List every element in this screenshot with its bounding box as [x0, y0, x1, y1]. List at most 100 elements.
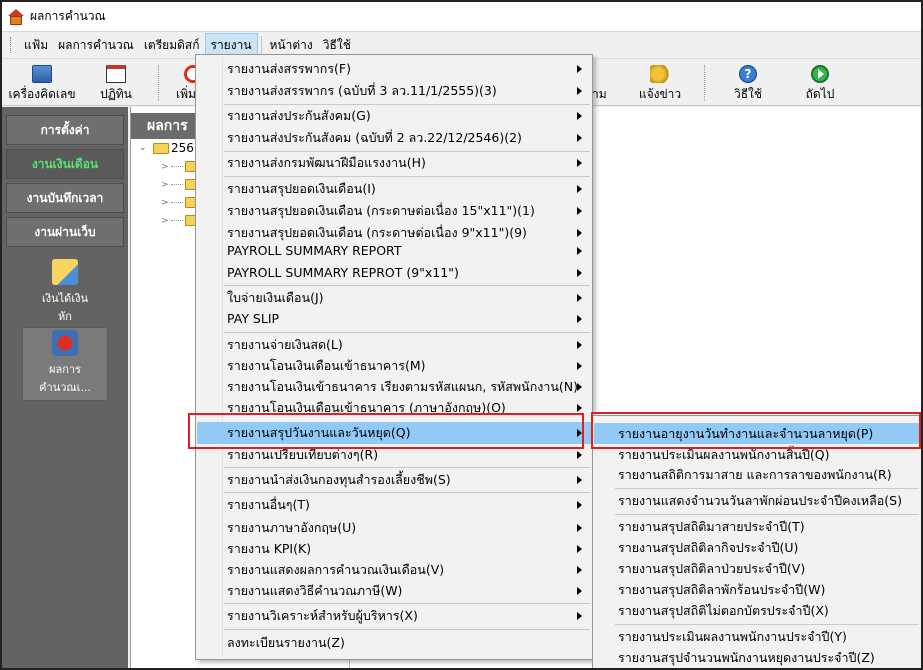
- menu-item-label: รายงานส่งประกันสังคม (ฉบับที่ 2 ลว.22/12…: [227, 130, 522, 145]
- menu-item-label: รายงานสรุปยอดเงินเดือน(I): [227, 181, 376, 196]
- submenu-item-annual-late[interactable]: รายงานสรุปสถิติมาสายประจำปี(T): [594, 516, 920, 537]
- expand-chevron-icon[interactable]: >: [161, 180, 169, 190]
- submenu-item-annual-evaluation[interactable]: รายงานประเมินผลงานพนักงานประจำปี(Y): [594, 626, 920, 647]
- menu-separator: [615, 488, 919, 489]
- menu-item-payslip-en[interactable]: PAY SLIP: [197, 308, 591, 330]
- menu-file[interactable]: แฟ้ม: [19, 34, 53, 57]
- menu-item-provident-fund[interactable]: รายงานนำส่งเงินกองทุนสำรองเลี้ยงชีพ(S): [197, 469, 591, 491]
- submenu-arrow-icon: [577, 524, 582, 532]
- sidebar-item-income-deduction[interactable]: เงินได้เงิน หัก: [22, 259, 108, 325]
- submenu-item-annual-personal-leave[interactable]: รายงานสรุปสถิติลากิจประจำปี(U): [594, 537, 920, 558]
- tree-connector: [170, 202, 183, 203]
- submenu-arrow-icon: [577, 269, 582, 277]
- add-button[interactable]: เพิ่ม: [162, 63, 196, 103]
- menu-item-label: PAYROLL SUMMARY REPORT: [227, 243, 402, 258]
- menu-item-bank-transfer-sorted[interactable]: รายงานโอนเงินเข้าธนาคาร เรียงตามรหัสแผนก…: [197, 376, 591, 398]
- menu-item-payroll-summary[interactable]: PAYROLL SUMMARY REPORT: [197, 240, 591, 262]
- menu-item-kpi-report[interactable]: รายงาน KPI(K): [197, 538, 591, 560]
- menu-item-executive-analysis[interactable]: รายงานวิเคราะห์สำหรับผู้บริหาร(X): [197, 605, 591, 627]
- submenu-arrow-icon: [577, 612, 582, 620]
- leave-report-submenu: รายงานอายุงานวันทำงานและจำนวนลาหยุด(P) ร…: [592, 415, 921, 668]
- menu-item-salary-calc-result[interactable]: รายงานแสดงผลการคำนวณเงินเดือน(V): [197, 559, 591, 581]
- tab-time-attendance[interactable]: งานบันทึกเวลา: [6, 183, 124, 213]
- expand-chevron-icon[interactable]: >: [161, 198, 169, 208]
- help-icon: ?: [739, 65, 757, 83]
- tab-web[interactable]: งานผ่านเว็บ: [6, 217, 124, 247]
- menu-item-label: รายงานอื่นๆ(T): [227, 497, 310, 512]
- submenu-item-remaining-vacation[interactable]: รายงานแสดงจำนวนวันลาพักผ่อนประจำปีคงเหลื…: [594, 490, 920, 511]
- menu-item-label: รายงานส่งสรรพากร(F): [227, 61, 351, 76]
- calendar-button[interactable]: ปฏิทิน: [80, 63, 152, 103]
- calculation-result-label-1: ผลการ: [49, 363, 81, 376]
- announce-label: แจ้งข่าว: [638, 87, 682, 101]
- submenu-arrow-icon: [577, 383, 582, 391]
- expand-chevron-icon[interactable]: >: [161, 216, 169, 226]
- submenu-arrow-icon: [577, 476, 582, 484]
- menu-separator: [224, 332, 590, 333]
- calculation-result-label-2: คำนวณเ...: [39, 381, 91, 394]
- submenu-item-late-leave-stats[interactable]: รายงานสถิติการมาสาย และการลาของพนักงาน(R…: [594, 464, 920, 485]
- income-deduction-label-2: หัก: [58, 310, 72, 323]
- expand-chevron-icon[interactable]: >: [161, 162, 169, 172]
- next-arrow-icon: [811, 65, 829, 83]
- menu-item-payslip-th[interactable]: ใบจ่ายเงินเดือน(J): [197, 287, 591, 309]
- menu-item-skill-dev-report[interactable]: รายงานส่งกรมพัฒนาฝีมือแรงงาน(H): [197, 152, 591, 174]
- menu-item-label: PAYROLL SUMMARY REPROT (9"x11"): [227, 265, 459, 280]
- sidebar-item-calculation-result[interactable]: ผลการ คำนวณเ...: [22, 327, 108, 401]
- menu-item-salary-summary[interactable]: รายงานสรุปยอดเงินเดือน(I): [197, 178, 591, 200]
- menu-item-cash-payment[interactable]: รายงานจ่ายเงินสด(L): [197, 334, 591, 356]
- submenu-arrow-icon: [577, 229, 582, 237]
- menu-separator: [224, 629, 590, 630]
- submenu-arrow-icon: [577, 65, 582, 73]
- menu-item-label: รายงานเปรียบเทียบต่างๆ(R): [227, 447, 379, 462]
- collapse-chevron-icon[interactable]: ⌄: [139, 143, 149, 153]
- partial-toolbar-button[interactable]: าม: [592, 63, 616, 103]
- tree-connector: [170, 184, 183, 185]
- help-label: วิธีใช้: [733, 87, 763, 101]
- submenu-arrow-icon: [577, 566, 582, 574]
- menu-separator: [224, 176, 590, 177]
- announce-button[interactable]: แจ้งข่าว: [624, 63, 696, 103]
- menu-separator: [224, 603, 590, 604]
- menu-item-english-reports[interactable]: รายงานภาษาอังกฤษ(U): [197, 517, 591, 539]
- tree-root-node[interactable]: ⌄ 256: [139, 141, 194, 155]
- menu-item-social-security-report-no2[interactable]: รายงานส่งประกันสังคม (ฉบับที่ 2 ลว.22/12…: [197, 127, 591, 149]
- submenu-arrow-icon: [577, 341, 582, 349]
- calendar-icon: [106, 65, 126, 83]
- submenu-item-annual-absence-count[interactable]: รายงานสรุปจำนวนพนักงานหยุดงานประจำปี(Z): [594, 647, 920, 668]
- menu-item-other-reports[interactable]: รายงานอื่นๆ(T): [197, 494, 591, 516]
- calculator-button[interactable]: เครื่องคิดเลข: [6, 63, 78, 103]
- calculator-icon: [32, 65, 52, 83]
- menu-calculation-result[interactable]: ผลการคำนวณ: [53, 34, 139, 57]
- menu-item-label: รายงานจ่ายเงินสด(L): [227, 337, 343, 352]
- next-button[interactable]: ถัดไป: [784, 63, 856, 103]
- menu-item-salary-summary-15x11[interactable]: รายงานสรุปยอดเงินเดือน (กระดาษต่อเนื่อง …: [197, 200, 591, 222]
- edit-pencil-icon: [52, 259, 78, 285]
- menu-item-tax-calc-method[interactable]: รายงานแสดงวิธีคำนวณภาษี(W): [197, 580, 591, 602]
- menu-item-register-reports[interactable]: ลงทะเบียนรายงาน(Z): [197, 632, 591, 654]
- submenu-item-annual-vacation[interactable]: รายงานสรุปสถิติลาพักร้อนประจำปี(W): [594, 579, 920, 600]
- tab-settings[interactable]: การตั้งค่า: [6, 115, 124, 145]
- calculation-result-icon: [52, 330, 78, 356]
- submenu-item-annual-no-punch[interactable]: รายงานสรุปสถิติไม่ตอกบัตรประจำปี(X): [594, 600, 920, 621]
- calculator-label: เครื่องคิดเลข: [8, 87, 76, 101]
- submenu-arrow-icon: [577, 159, 582, 167]
- submenu-item-annual-sick-leave[interactable]: รายงานสรุปสถิติลาป่วยประจำปี(V): [594, 558, 920, 579]
- menu-item-payroll-summary-9x11[interactable]: PAYROLL SUMMARY REPROT (9"x11"): [197, 262, 591, 284]
- menu-item-social-security-report[interactable]: รายงานส่งประกันสังคม(G): [197, 105, 591, 127]
- menu-item-revenue-report[interactable]: รายงานส่งสรรพากร(F): [197, 58, 591, 80]
- submenu-arrow-icon: [577, 404, 582, 412]
- submenu-arrow-icon: [577, 185, 582, 193]
- report-dropdown-menu: รายงานส่งสรรพากร(F) รายงานส่งสรรพากร (ฉบ…: [195, 54, 593, 660]
- submenu-arrow-icon: [577, 501, 582, 509]
- menubar-separator: [260, 36, 262, 54]
- menu-item-bank-transfer[interactable]: รายงานโอนเงินเดือนเข้าธนาคาร(M): [197, 355, 591, 377]
- menu-item-label: รายงานนำส่งเงินกองทุนสำรองเลี้ยงชีพ(S): [227, 472, 451, 487]
- menu-item-label: รายงานส่งกรมพัฒนาฝีมือแรงงาน(H): [227, 155, 426, 170]
- menu-item-revenue-report-no3[interactable]: รายงานส่งสรรพากร (ฉบับที่ 3 ลว.11/1/2555…: [197, 80, 591, 102]
- tab-payroll[interactable]: งานเงินเดือน: [6, 149, 124, 179]
- next-label: ถัดไป: [805, 87, 835, 101]
- help-button[interactable]: ? วิธีใช้: [712, 63, 784, 103]
- submenu-arrow-icon: [577, 587, 582, 595]
- submenu-arrow-icon: [577, 545, 582, 553]
